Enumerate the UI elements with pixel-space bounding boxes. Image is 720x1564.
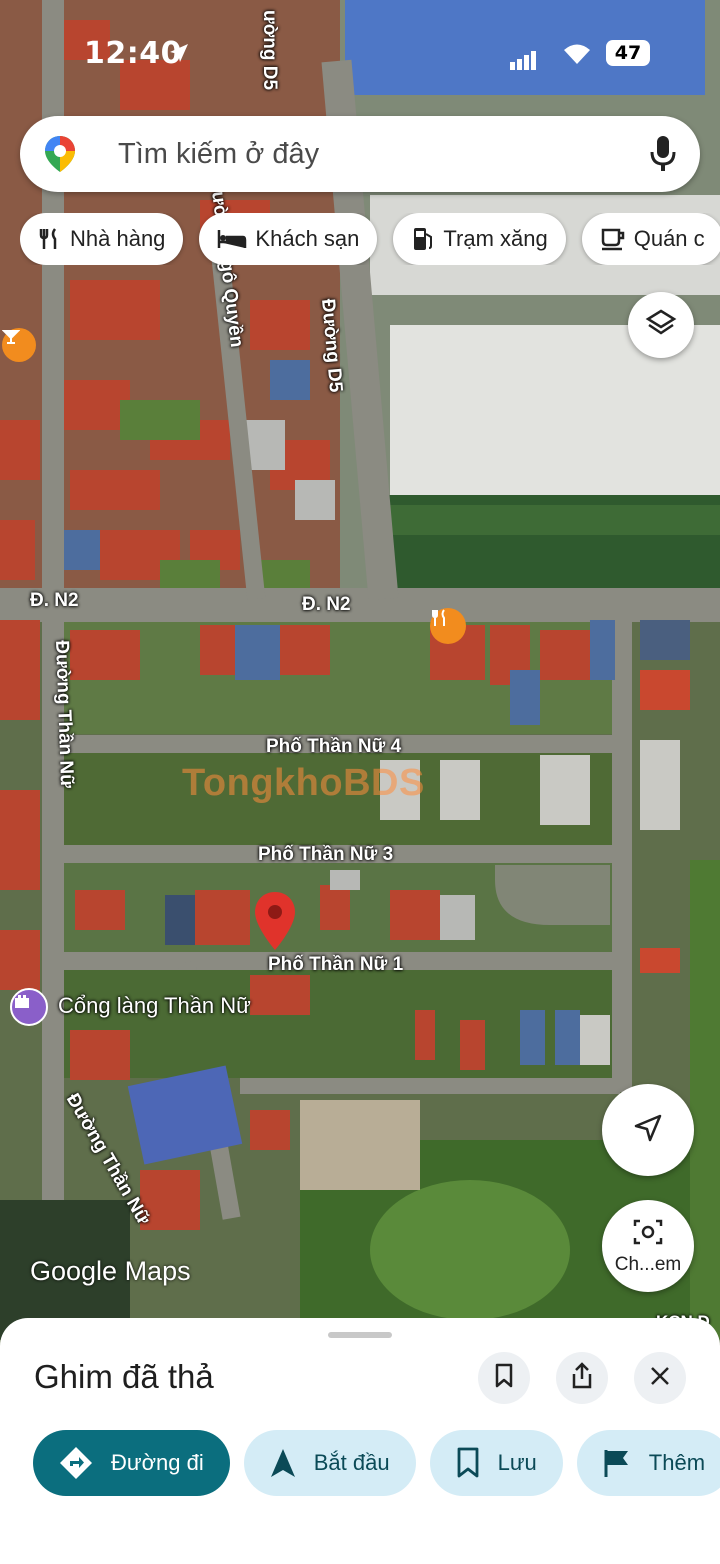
street-label-pho-than-nu-1: Phố Thần Nữ 1 bbox=[268, 954, 404, 975]
battery-icon: 47 bbox=[606, 40, 650, 66]
watermark: TongkhoBDS bbox=[182, 762, 425, 804]
google-maps-attribution: Google Maps bbox=[30, 1256, 191, 1286]
chip-label: Khách sạn bbox=[255, 226, 360, 251]
status-bar: 12:40 47 bbox=[0, 0, 720, 100]
chip-gas-stations[interactable]: Trạm xăng bbox=[393, 213, 566, 265]
place-bottom-sheet: Ghim đã thả Đường đi Bắt đầu Lưu Thêm bbox=[0, 1318, 720, 1564]
wifi-icon bbox=[562, 40, 592, 74]
chip-label: Quán c bbox=[633, 226, 705, 251]
location-arrow-icon bbox=[168, 40, 190, 71]
save-bookmark-button[interactable] bbox=[478, 1352, 530, 1404]
save-label: Lưu bbox=[497, 1450, 537, 1475]
street-label-n2-mid: Đ. N2 bbox=[302, 594, 351, 615]
navigation-arrow-icon bbox=[632, 1112, 664, 1149]
chip-label: Trạm xăng bbox=[443, 226, 548, 251]
chip-label: Nhà hàng bbox=[70, 226, 166, 251]
cellular-signal-icon bbox=[510, 44, 538, 78]
more-button[interactable]: Thêm bbox=[576, 1430, 720, 1496]
coffee-cup-icon bbox=[600, 227, 626, 251]
chip-cafes[interactable]: Quán c bbox=[581, 213, 720, 265]
place-title: Ghim đã thả bbox=[34, 1358, 214, 1395]
microphone-icon[interactable] bbox=[648, 134, 678, 179]
chip-hotels[interactable]: Khách sạn bbox=[199, 213, 378, 265]
sheet-drag-handle[interactable] bbox=[328, 1332, 392, 1338]
lens-button-label: Ch...em bbox=[614, 1253, 682, 1275]
bed-icon bbox=[217, 228, 247, 250]
lens-button[interactable]: Ch...em bbox=[602, 1200, 694, 1292]
my-location-button[interactable] bbox=[602, 1084, 694, 1176]
start-button[interactable]: Bắt đầu bbox=[243, 1430, 416, 1496]
poi-label-cong-lang[interactable]: Cổng làng Thần Nữ bbox=[58, 993, 251, 1019]
directions-button[interactable]: Đường đi bbox=[33, 1430, 230, 1496]
google-maps-pin-icon bbox=[42, 134, 78, 179]
bookmark-icon bbox=[494, 1363, 514, 1394]
street-label-pho-than-nu-4: Phố Thần Nữ 4 bbox=[266, 736, 402, 757]
close-icon bbox=[649, 1365, 671, 1392]
restaurant-poi-icon[interactable] bbox=[430, 608, 466, 644]
bookmark-icon bbox=[456, 1447, 480, 1479]
gas-pump-icon bbox=[411, 226, 435, 252]
close-button[interactable] bbox=[634, 1352, 686, 1404]
category-chips: Nhà hàng Khách sạn Trạm xăng Quán c bbox=[20, 213, 720, 265]
bar-poi-icon[interactable] bbox=[2, 328, 36, 362]
landmark-poi-icon[interactable] bbox=[10, 988, 48, 1026]
chip-restaurants[interactable]: Nhà hàng bbox=[20, 213, 184, 265]
layers-button[interactable] bbox=[628, 292, 694, 358]
search-input[interactable]: Tìm kiếm ở đây bbox=[118, 138, 319, 171]
directions-label: Đường đi bbox=[111, 1450, 204, 1475]
directions-icon bbox=[59, 1446, 93, 1480]
navigate-arrow-icon bbox=[270, 1448, 296, 1478]
search-bar[interactable]: Tìm kiếm ở đây bbox=[20, 116, 700, 192]
share-icon bbox=[570, 1361, 594, 1395]
flag-icon bbox=[603, 1448, 631, 1478]
layers-icon bbox=[645, 307, 677, 344]
save-button[interactable]: Lưu bbox=[429, 1430, 563, 1496]
more-label: Thêm bbox=[648, 1450, 706, 1475]
share-button[interactable] bbox=[556, 1352, 608, 1404]
start-label: Bắt đầu bbox=[313, 1450, 390, 1475]
street-label-n2-left: Đ. N2 bbox=[30, 590, 79, 611]
action-buttons: Đường đi Bắt đầu Lưu Thêm bbox=[33, 1430, 720, 1496]
street-label-pho-than-nu-3: Phố Thần Nữ 3 bbox=[258, 844, 394, 865]
camera-lens-icon bbox=[632, 1217, 664, 1252]
fork-knife-icon bbox=[38, 227, 62, 251]
